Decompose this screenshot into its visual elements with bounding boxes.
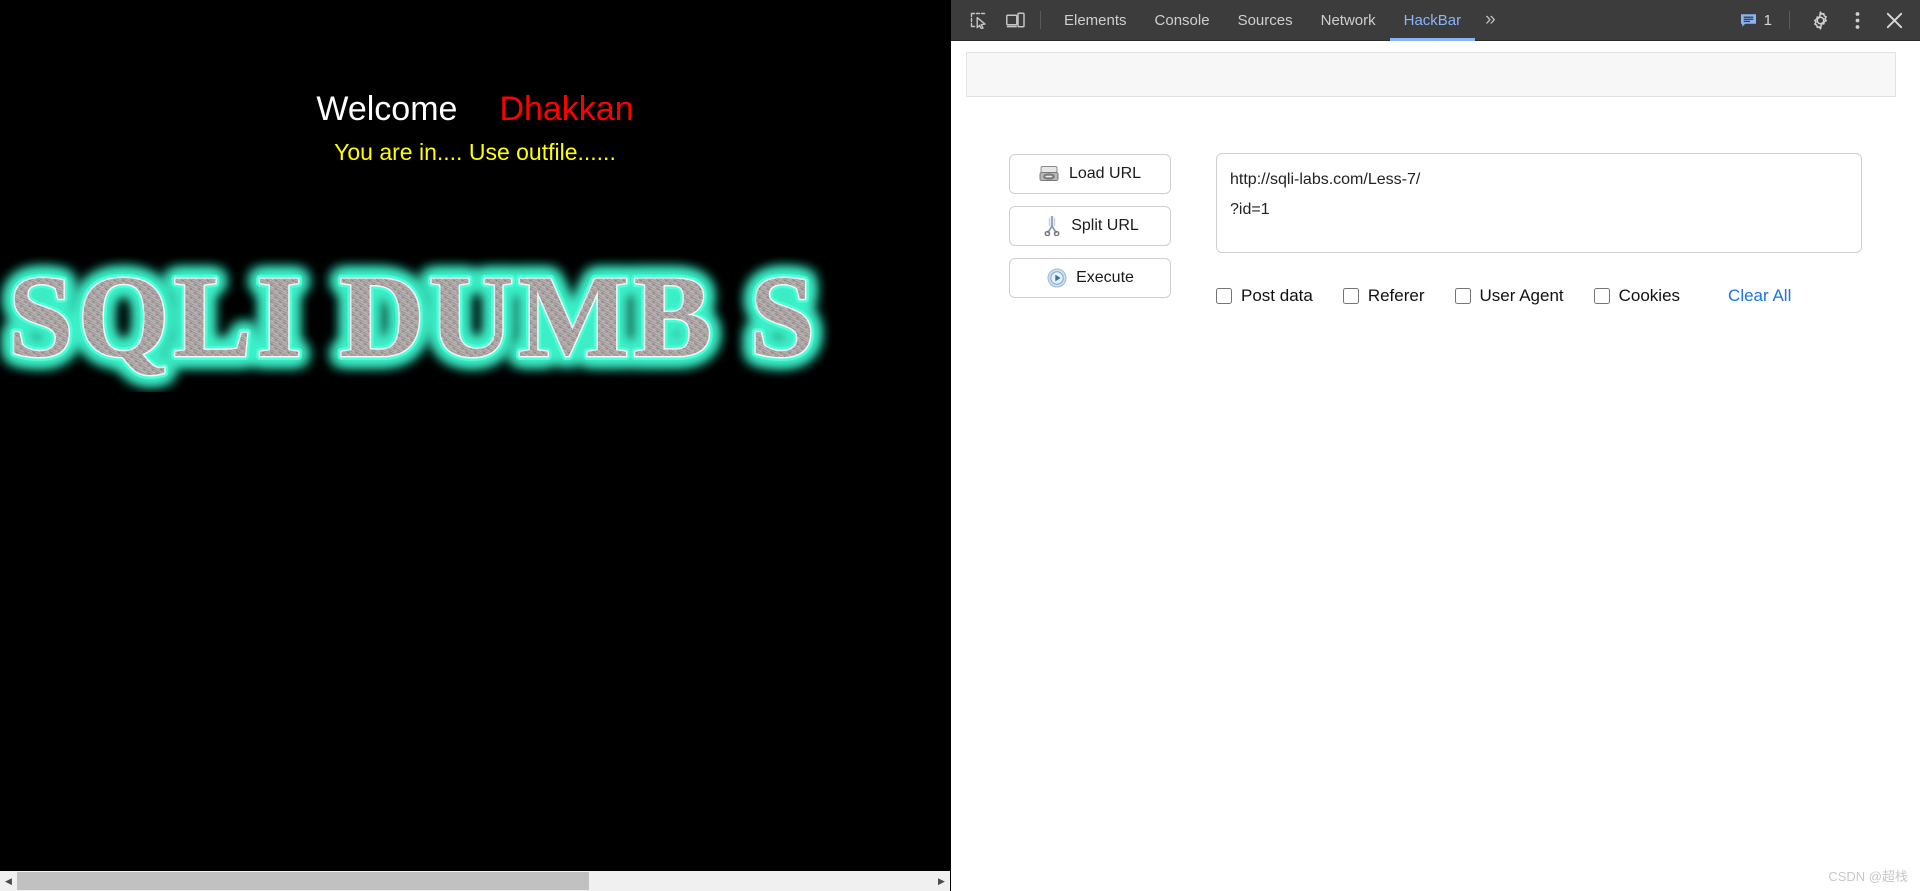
post-data-label: Post data: [1241, 286, 1313, 305]
gear-icon[interactable]: [1804, 6, 1836, 34]
tab-elements[interactable]: Elements: [1050, 0, 1141, 41]
user-agent-checkbox[interactable]: [1454, 288, 1471, 304]
execute-icon: [1046, 268, 1067, 289]
scroll-left-arrow-icon[interactable]: ◀: [0, 871, 17, 891]
referer-checkbox[interactable]: [1342, 288, 1359, 304]
option-cookies[interactable]: Cookies: [1593, 286, 1681, 306]
web-page-content: Welcome Dhakkan You are in.... Use outfil…: [0, 0, 950, 870]
post-data-checkbox[interactable]: [1216, 288, 1232, 304]
scroll-right-arrow-icon[interactable]: ▶: [933, 871, 950, 891]
execute-label: Execute: [1076, 269, 1134, 286]
message-count-label: 1: [1763, 11, 1772, 29]
screenshot-root: Welcome Dhakkan You are in.... Use outfil…: [0, 0, 1920, 891]
load-url-icon: [1039, 164, 1060, 185]
overflow-tabs-icon[interactable]: »: [1475, 0, 1505, 41]
hackbar-url-field-wrapper: [1216, 153, 1862, 258]
split-url-button[interactable]: Split URL: [1009, 206, 1171, 246]
csdn-watermark: CSDN @超栈: [1828, 869, 1908, 884]
execute-button[interactable]: Execute: [1009, 258, 1171, 298]
inspect-element-icon[interactable]: [962, 6, 994, 34]
devtools-tabbar: Elements Console Sources Network HackBar…: [951, 0, 1920, 41]
sqli-dumb-banner: SQLI DUMB S SQLI DUMB S SQLI DUMB S SQLI…: [0, 252, 950, 392]
devtools-panel: Elements Console Sources Network HackBar…: [950, 0, 1920, 891]
close-icon[interactable]: [1878, 6, 1910, 34]
scrollbar-thumb[interactable]: [17, 872, 589, 890]
user-agent-label: User Agent: [1479, 286, 1564, 305]
svg-text:SQLI DUMB S: SQLI DUMB S: [8, 252, 819, 382]
clear-all-link[interactable]: Clear All: [1728, 286, 1791, 306]
referer-label: Referer: [1367, 286, 1425, 305]
svg-text:SQLI DUMB S: SQLI DUMB S: [8, 252, 819, 382]
device-toolbar-icon[interactable]: [999, 6, 1031, 34]
welcome-heading: Welcome Dhakkan: [0, 90, 950, 129]
option-post-data[interactable]: Post data: [1216, 286, 1313, 306]
console-message-icon: [1740, 13, 1756, 27]
split-url-icon: [1041, 216, 1062, 237]
kebab-menu-icon[interactable]: [1841, 6, 1873, 34]
hackbar-action-buttons: Load URL Split URL Execute: [1009, 154, 1171, 310]
hackbar-options-row: Post data Referer User Agent Cookies Cle…: [1216, 286, 1880, 306]
option-user-agent[interactable]: User Agent: [1454, 286, 1564, 306]
option-referer[interactable]: Referer: [1342, 286, 1425, 306]
hackbar-top-toolbar[interactable]: [966, 52, 1896, 97]
hackbar-panel: Load URL Split URL Execute http://sqli-l…: [951, 41, 1920, 891]
status-message: You are in.... Use outfile......: [334, 139, 616, 165]
cookies-checkbox[interactable]: [1593, 288, 1610, 304]
url-input[interactable]: [1216, 153, 1862, 253]
web-page-pane: Welcome Dhakkan You are in.... Use outfil…: [0, 0, 950, 891]
toolbar-divider: [1040, 11, 1041, 29]
toolbar-divider-right: [1789, 11, 1790, 29]
tab-hackbar[interactable]: HackBar: [1389, 0, 1476, 41]
tab-network[interactable]: Network: [1307, 0, 1390, 41]
welcome-username: Dhakkan: [499, 90, 634, 128]
load-url-button[interactable]: Load URL: [1009, 154, 1171, 194]
tab-sources[interactable]: Sources: [1224, 0, 1307, 41]
page-horizontal-scrollbar[interactable]: ◀ ▶: [0, 870, 950, 891]
tab-console[interactable]: Console: [1141, 0, 1224, 41]
devtools-toolbar-right: 1: [1732, 0, 1920, 41]
svg-text:SQLI DUMB S: SQLI DUMB S: [8, 252, 819, 382]
svg-text:SQLI DUMB S: SQLI DUMB S: [8, 252, 819, 382]
console-message-count[interactable]: 1: [1732, 12, 1780, 29]
cookies-label: Cookies: [1618, 286, 1681, 305]
welcome-text: Welcome: [316, 90, 458, 128]
split-url-label: Split URL: [1071, 217, 1139, 234]
load-url-label: Load URL: [1068, 165, 1142, 182]
